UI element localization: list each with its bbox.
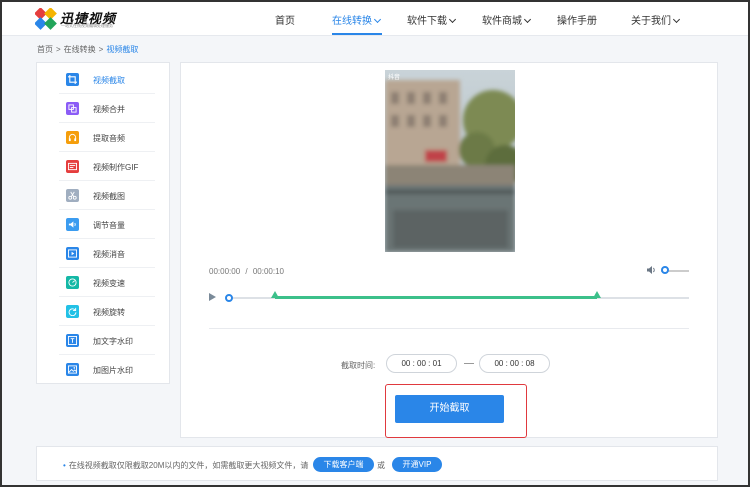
nav-home-label: 首页 xyxy=(275,16,295,27)
breadcrumb-current: 视频截取 xyxy=(106,45,139,54)
brand-logo[interactable]: 迅捷视频 一站式在线视频编辑处理服务 xyxy=(35,7,125,31)
nav-software-store[interactable]: 软件商城 xyxy=(482,12,532,27)
sidebar-item-label: 视频合并 xyxy=(93,105,125,114)
sidebar-item-video-rotate[interactable]: 视频旋转 xyxy=(59,297,155,326)
current-time: 00:00:00 xyxy=(209,267,241,276)
start-time-input[interactable]: 00 : 00 : 01 xyxy=(386,354,457,373)
mute-icon xyxy=(66,247,79,260)
bullet-icon: • xyxy=(63,461,66,470)
merge-icon xyxy=(66,102,79,115)
playhead-knob[interactable] xyxy=(225,294,233,302)
sidebar-item-label: 视频截取 xyxy=(93,76,125,85)
nav-active-underline xyxy=(332,33,382,35)
video-frame-image xyxy=(385,70,515,252)
logo-mark-icon xyxy=(35,8,57,30)
notice-message: 在线视频截取仅限截取20M以内的文件，如需截取更大视频文件，请 xyxy=(68,461,309,470)
rotate-icon xyxy=(66,305,79,318)
breadcrumb-home[interactable]: 首页 xyxy=(37,45,53,54)
video-preview[interactable]: 抖音 xyxy=(385,70,515,252)
top-header: 迅捷视频 一站式在线视频编辑处理服务 首页 在线转换 软件下载 软件商城 操作手… xyxy=(2,2,748,36)
notice-or: 或 xyxy=(377,461,385,470)
volume-icon xyxy=(66,218,79,231)
text-watermark-icon xyxy=(66,334,79,347)
trim-end-handle[interactable] xyxy=(593,291,601,298)
sidebar-item-video-trim[interactable]: 视频截取 xyxy=(59,65,155,94)
chevron-down-icon xyxy=(448,15,457,24)
nav-manual[interactable]: 操作手册 xyxy=(557,12,597,27)
speaker-icon[interactable] xyxy=(646,265,656,275)
sidebar-item-video-speed[interactable]: 视频变速 xyxy=(59,268,155,297)
size-limit-notice: • 在线视频截取仅限截取20M以内的文件，如需截取更大视频文件，请 下载客户端 或… xyxy=(36,446,718,481)
page-frame: 迅捷视频 一站式在线视频编辑处理服务 首页 在线转换 软件下载 软件商城 操作手… xyxy=(2,2,748,485)
sidebar-item-video-mute[interactable]: 视频消音 xyxy=(59,239,155,268)
open-vip-button[interactable]: 开通VIP xyxy=(392,457,442,472)
trim-editor-panel: 抖音 00:00:00 / 00:00:10 截取时间: 00 : 00 : 0… xyxy=(180,62,718,438)
end-time-input[interactable]: 00 : 00 : 08 xyxy=(479,354,550,373)
sidebar-item-label: 加图片水印 xyxy=(93,366,133,375)
nav-about-label: 关于我们 xyxy=(631,16,671,27)
download-client-button[interactable]: 下载客户端 xyxy=(313,457,374,472)
nav-manual-label: 操作手册 xyxy=(557,16,597,27)
scissors-icon xyxy=(66,189,79,202)
start-trim-button[interactable]: 开始截取 xyxy=(395,395,504,423)
sidebar-item-label: 提取音频 xyxy=(93,134,125,143)
nav-software-store-label: 软件商城 xyxy=(482,16,522,27)
nav-software-download-label: 软件下载 xyxy=(407,16,447,27)
gif-icon xyxy=(66,160,79,173)
brand-tagline: 一站式在线视频编辑处理服务 xyxy=(61,23,113,28)
sidebar-item-label: 视频消音 xyxy=(93,250,125,259)
sidebar-item-video-screenshot[interactable]: 视频截图 xyxy=(59,181,155,210)
range-dash xyxy=(464,363,474,364)
sidebar-item-image-watermark[interactable]: 加图片水印 xyxy=(59,355,155,384)
tool-sidebar: 视频截取 视频合并 提取音频 视频制作GIF 视频截图 调节音量 视频消音 视频… xyxy=(36,62,170,384)
headphones-icon xyxy=(66,131,79,144)
sidebar-item-label: 视频截图 xyxy=(93,192,125,201)
image-watermark-icon xyxy=(66,363,79,376)
sidebar-item-video-gif[interactable]: 视频制作GIF xyxy=(59,152,155,181)
nav-online-convert[interactable]: 在线转换 xyxy=(332,12,382,27)
tiktok-watermark: 抖音 xyxy=(388,75,401,81)
time-separator: / xyxy=(245,267,248,276)
breadcrumb-separator: > xyxy=(56,45,61,54)
sidebar-item-text-watermark[interactable]: 加文字水印 xyxy=(59,326,155,355)
crop-icon xyxy=(66,73,79,86)
nav-about[interactable]: 关于我们 xyxy=(631,12,681,27)
sidebar-item-label: 视频旋转 xyxy=(93,308,125,317)
sidebar-item-extract-audio[interactable]: 提取音频 xyxy=(59,123,155,152)
chevron-down-icon xyxy=(523,15,532,24)
chevron-down-icon xyxy=(373,15,382,24)
cut-time-label: 截取时间: xyxy=(341,361,376,370)
divider xyxy=(209,328,689,329)
total-duration: 00:00:10 xyxy=(252,267,284,276)
speed-icon xyxy=(66,276,79,289)
sidebar-item-label: 加文字水印 xyxy=(93,337,133,346)
sidebar-item-video-merge[interactable]: 视频合并 xyxy=(59,94,155,123)
play-icon[interactable] xyxy=(209,293,216,301)
trim-start-handle[interactable] xyxy=(271,291,279,298)
nav-online-convert-label: 在线转换 xyxy=(332,16,372,27)
sidebar-item-adjust-volume[interactable]: 调节音量 xyxy=(59,210,155,239)
sidebar-item-label: 调节音量 xyxy=(93,221,125,230)
sidebar-item-label: 视频变速 xyxy=(93,279,125,288)
breadcrumb: 首页 > 在线转换 > 视频截取 xyxy=(37,44,138,55)
notice-text: • 在线视频截取仅限截取20M以内的文件，如需截取更大视频文件，请 xyxy=(63,460,308,471)
breadcrumb-separator: > xyxy=(98,45,104,54)
nav-home[interactable]: 首页 xyxy=(275,12,295,27)
trim-selection xyxy=(275,296,597,299)
nav-software-download[interactable]: 软件下载 xyxy=(407,12,457,27)
breadcrumb-section[interactable]: 在线转换 xyxy=(64,45,96,54)
playback-time: 00:00:00 / 00:00:10 xyxy=(209,267,284,276)
sidebar-item-label: 视频制作GIF xyxy=(93,163,139,172)
chevron-down-icon xyxy=(672,15,681,24)
volume-knob[interactable] xyxy=(661,266,669,274)
